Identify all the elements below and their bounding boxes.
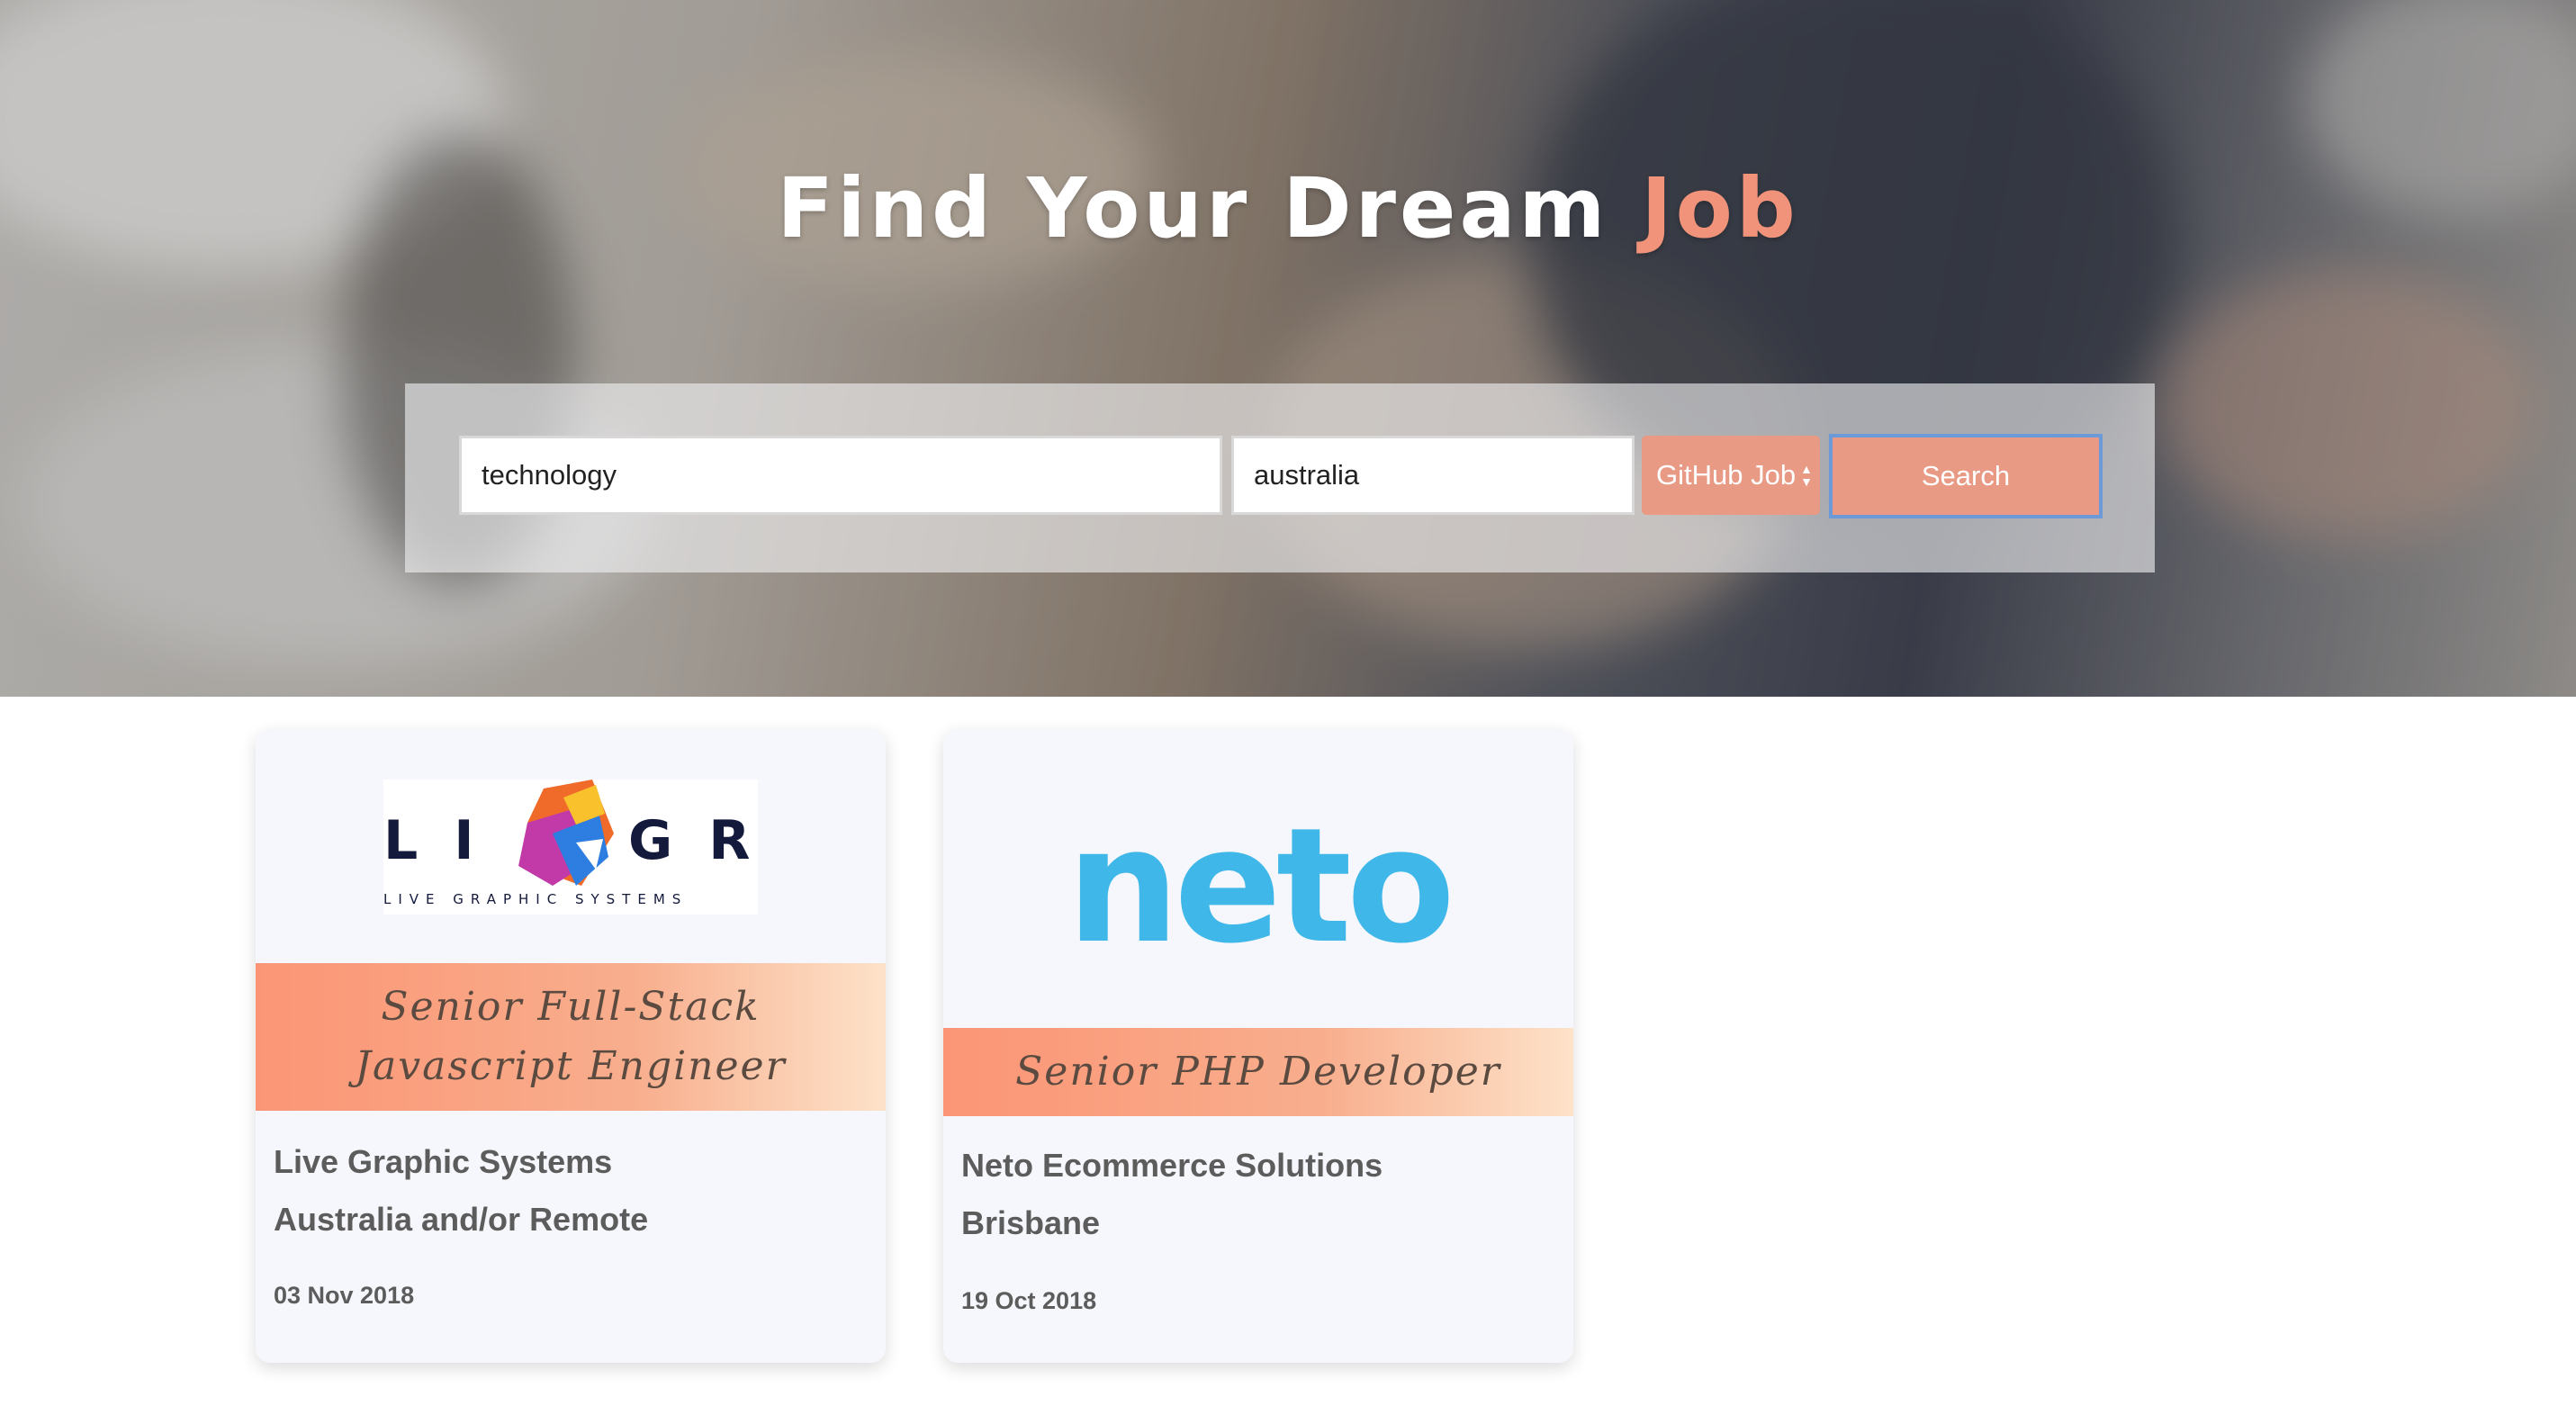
search-button[interactable]: Search [1829, 434, 2103, 518]
ligr-logo-text-right: GR [628, 809, 758, 872]
company-name: Live Graphic Systems [274, 1143, 613, 1180]
job-title-banner[interactable]: Senior PHP Developer [943, 1028, 1573, 1116]
job-title-line-2: Javascript Engineer [355, 1043, 787, 1089]
job-source-selected-value: GitHub Job [1656, 459, 1797, 491]
job-title-banner[interactable]: Senior Full-Stack Javascript Engineer [256, 963, 886, 1111]
search-button-label: Search [1921, 460, 2011, 491]
ligr-logo-tagline: LIVE GRAPHIC SYSTEMS [383, 891, 688, 907]
search-panel: GitHub Job ▲▼ Search [405, 383, 2155, 572]
neto-logo-icon: neto [1067, 794, 1455, 978]
keyword-input[interactable] [459, 436, 1222, 515]
select-arrows-icon: ▲ ▼ [1800, 462, 1813, 489]
hero-banner: Find Your Dream Job GitHub Job ▲▼ Search [0, 0, 2576, 697]
job-card[interactable]: LI GR LIVE GRAPHIC SYSTEMS Senior Full-S… [256, 729, 886, 1363]
job-location: Australia and/or Remote [274, 1201, 649, 1238]
posted-date: 03 Nov 2018 [274, 1282, 415, 1309]
page-title: Find Your Dream Job [0, 160, 2576, 257]
job-source-select[interactable]: GitHub Job ▲ ▼ [1642, 436, 1820, 515]
ligr-logo-icon: LI GR LIVE GRAPHIC SYSTEMS [383, 780, 758, 915]
job-title-line-1: Senior Full-Stack [381, 984, 761, 1030]
ligr-logo-text-left: LI [383, 809, 510, 872]
posted-date: 19 Oct 2018 [961, 1287, 1097, 1314]
company-name: Neto Ecommerce Solutions [961, 1147, 1383, 1184]
job-location: Brisbane [961, 1204, 1101, 1241]
title-accent-text: Job [1641, 160, 1799, 257]
title-text: Find Your Dream [777, 160, 1642, 257]
location-input[interactable] [1231, 436, 1635, 515]
job-card[interactable]: neto Senior PHP Developer Neto Ecommerce… [943, 729, 1573, 1363]
job-title-line-1: Senior PHP Developer [1015, 1049, 1501, 1095]
